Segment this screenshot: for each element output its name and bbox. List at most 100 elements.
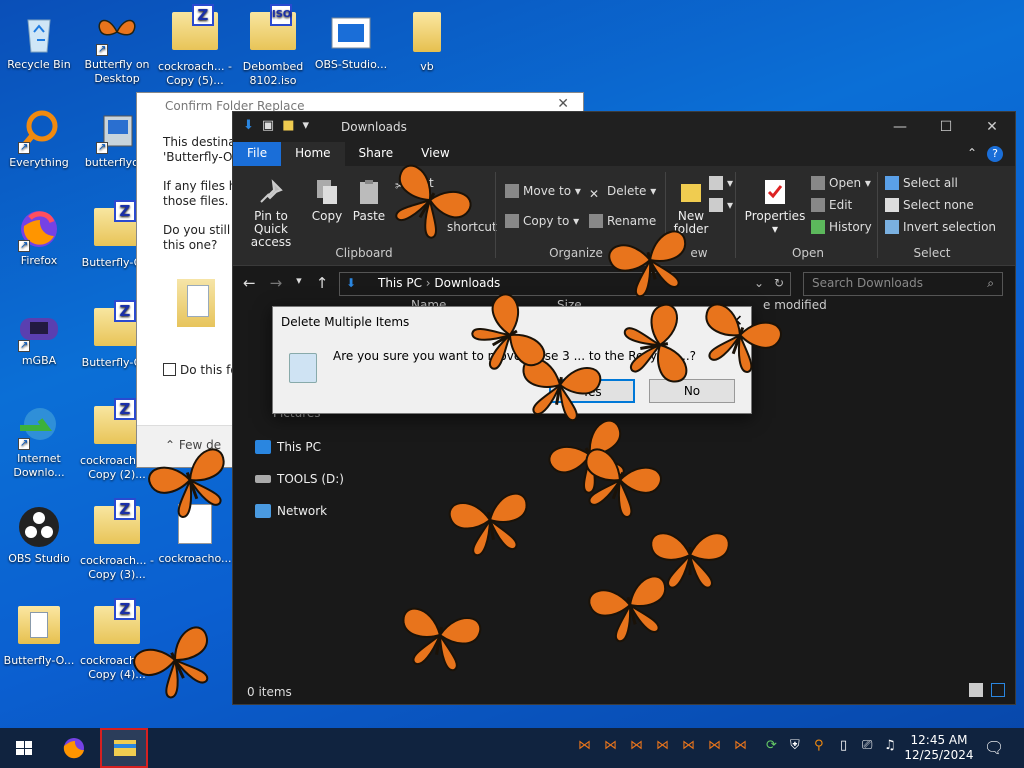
- easy-access-button[interactable]: ▾: [709, 198, 733, 212]
- select-all-button[interactable]: Select all: [885, 176, 958, 190]
- taskbar-firefox[interactable]: [50, 728, 98, 768]
- maximize-button[interactable]: ☐: [923, 112, 969, 142]
- tab-share[interactable]: Share: [345, 142, 408, 166]
- up-arrow-icon[interactable]: ↑: [316, 274, 329, 292]
- nav-item-network[interactable]: Network: [255, 504, 327, 518]
- cut-button[interactable]: ✂ Cut: [395, 176, 434, 193]
- chevron-down-icon[interactable]: ▾: [303, 118, 310, 133]
- butterfly-tray-icon[interactable]: ⋈: [656, 738, 669, 753]
- desktop-icon-cockroach-copy-4[interactable]: Z cockroach... - Copy (4)...: [78, 598, 156, 682]
- invert-selection-button[interactable]: Invert selection: [885, 220, 996, 234]
- volume-icon[interactable]: ♫: [884, 738, 896, 753]
- pin-to-quick-access-button[interactable]: Pin to Quick access: [239, 178, 303, 249]
- breadcrumb-this-pc[interactable]: This PC: [378, 276, 422, 290]
- open-button[interactable]: Open ▾: [811, 176, 871, 190]
- desktop-icon-butterfly-file[interactable]: Butterfly-O...: [0, 600, 78, 668]
- desktop-icon-obs-studio-file[interactable]: OBS-Studio...: [312, 6, 390, 72]
- taskbar-file-explorer[interactable]: [100, 728, 148, 768]
- edit-button[interactable]: Edit: [811, 198, 852, 212]
- folder-icon: [177, 279, 215, 327]
- chevron-up-icon[interactable]: ⌃: [967, 146, 977, 162]
- icon-label: Butterfly-O...: [3, 654, 75, 667]
- copy-button[interactable]: Copy: [307, 178, 347, 223]
- desktop-icon-obs-studio[interactable]: OBS Studio: [0, 500, 78, 566]
- minimize-button[interactable]: —: [877, 112, 923, 142]
- network-tray-icon[interactable]: ⟳: [766, 738, 777, 753]
- back-arrow-icon[interactable]: ←: [243, 274, 256, 292]
- paste-shortcut-button[interactable]: shortcut: [447, 220, 497, 234]
- move-to-button[interactable]: Move to ▾: [505, 184, 581, 198]
- butterfly-tray-icon[interactable]: ⋈: [578, 738, 591, 753]
- close-icon[interactable]: ✕: [557, 96, 569, 112]
- button-label: Copy to: [523, 214, 570, 228]
- desktop-icon-debombed-iso[interactable]: ISO Debombed 8102.iso: [234, 4, 312, 88]
- start-button[interactable]: [0, 728, 48, 768]
- butterfly-tray-icon[interactable]: ⋈: [708, 738, 721, 753]
- usb-icon[interactable]: ▯: [840, 738, 847, 753]
- paste-button[interactable]: Paste: [349, 178, 389, 223]
- tab-home[interactable]: Home: [281, 142, 345, 166]
- help-icon[interactable]: ?: [987, 146, 1003, 162]
- desktop-icon-vb[interactable]: vb: [388, 6, 466, 74]
- icon-label: Recycle Bin: [7, 58, 71, 71]
- history-button[interactable]: History: [811, 220, 872, 234]
- properties-icon[interactable]: ▣: [262, 118, 274, 133]
- desktop-icon-internet-download-manager[interactable]: Internet Downlo...: [0, 400, 78, 480]
- chevron-down-icon[interactable]: ⌄: [754, 276, 764, 290]
- butterfly-tray-icon[interactable]: ⋈: [604, 738, 617, 753]
- desktop-icon-butterfly-on-desktop[interactable]: Butterfly on Desktop: [78, 6, 156, 86]
- butterfly-tray-icon[interactable]: ⋈: [734, 738, 747, 753]
- new-folder-button[interactable]: New folder: [669, 178, 713, 236]
- desktop-icon-firefox[interactable]: Firefox: [0, 202, 78, 268]
- down-arrow-icon[interactable]: ⬇: [243, 118, 254, 133]
- butterfly-tray-icon[interactable]: ⋈: [682, 738, 695, 753]
- desktop-icon-mgba[interactable]: mGBA: [0, 302, 78, 368]
- nav-item-tools-drive[interactable]: TOOLS (D:): [255, 472, 344, 486]
- desktop-icon-cockroach-copy-5[interactable]: Z cockroach... - Copy (5)...: [156, 4, 234, 88]
- new-item-button[interactable]: ▾: [709, 176, 733, 190]
- copy-path-button[interactable]: th: [447, 198, 459, 212]
- open-group-label: Open: [791, 246, 825, 260]
- properties-button[interactable]: Properties ▾: [743, 178, 807, 236]
- search-input[interactable]: Search Downloads ⌕: [803, 272, 1003, 296]
- security-shield-icon[interactable]: ⛨: [790, 738, 800, 753]
- select-none-icon: [885, 198, 899, 212]
- no-button[interactable]: No: [649, 379, 735, 403]
- organize-group-label: Organize: [549, 246, 603, 260]
- nav-item-this-pc[interactable]: This PC: [255, 440, 321, 454]
- column-header-date-modified[interactable]: e modified: [763, 298, 827, 312]
- breadcrumb-downloads[interactable]: Downloads: [434, 276, 500, 290]
- iso-archive-icon: ISO: [250, 4, 296, 58]
- address-bar[interactable]: ⬇ This PC › Downloads ⌄ ↻: [339, 272, 791, 296]
- system-clock[interactable]: 12:45 AM 12/25/2024: [904, 733, 974, 763]
- refresh-icon[interactable]: ↻: [774, 276, 784, 290]
- tab-view[interactable]: View: [407, 142, 463, 166]
- details-view-icon[interactable]: [969, 683, 983, 697]
- butterfly-tray-icon[interactable]: ⋈: [630, 738, 643, 753]
- desktop-icon-recycle-bin[interactable]: Recycle Bin: [0, 6, 78, 72]
- tab-file[interactable]: File: [233, 142, 282, 166]
- yes-button[interactable]: Yes: [549, 379, 635, 403]
- do-this-checkbox[interactable]: Do this fo: [163, 363, 238, 377]
- rename-button[interactable]: Rename: [589, 214, 656, 228]
- copy-to-button[interactable]: Copy to ▾: [505, 214, 579, 228]
- forward-arrow-icon[interactable]: →: [270, 274, 283, 292]
- network-icon[interactable]: ⎚: [862, 738, 872, 753]
- desktop-icon-cockroach-copy-3[interactable]: Z cockroach... - Copy (3)...: [78, 498, 156, 582]
- button-label: th: [447, 198, 460, 212]
- select-none-button[interactable]: Select none: [885, 198, 974, 212]
- close-button[interactable]: ✕: [969, 112, 1015, 142]
- desktop-icon-everything[interactable]: Everything: [0, 104, 78, 170]
- delete-button[interactable]: ✕ Delete ▾: [589, 184, 656, 201]
- everything-search-icon[interactable]: ⚲: [814, 738, 824, 753]
- new-item-icon: [709, 176, 723, 190]
- desktop-icon-cockroacho[interactable]: cockroacho...: [156, 500, 234, 566]
- chevron-down-icon[interactable]: ▾: [296, 274, 302, 292]
- folder-icon[interactable]: ■: [282, 118, 294, 133]
- button-label: New folder: [673, 209, 709, 236]
- close-button[interactable]: ✕: [730, 311, 743, 330]
- notification-icon[interactable]: 🗨: [984, 738, 1004, 757]
- button-label: shortcut: [447, 220, 497, 234]
- button-label: Move to: [523, 184, 572, 198]
- large-icons-view-icon[interactable]: [991, 683, 1005, 697]
